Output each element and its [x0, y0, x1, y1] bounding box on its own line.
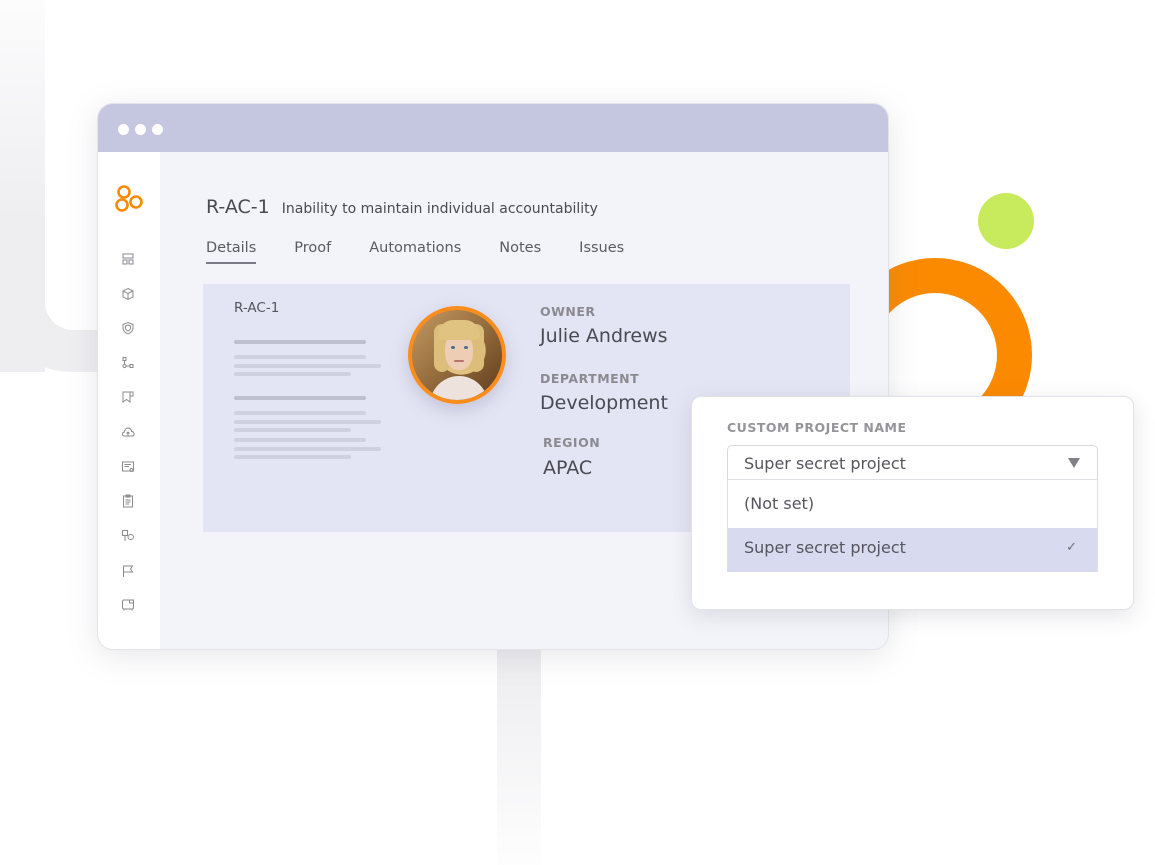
- department-value: Development: [540, 392, 668, 414]
- device-icon[interactable]: [121, 598, 135, 612]
- tab-bar: Details Proof Automations Notes Issues: [206, 240, 662, 264]
- placeholder-heading-line: [234, 396, 366, 400]
- dropdown-options: (Not set) Super secret project ✓: [727, 479, 1098, 572]
- sidebar: [98, 152, 160, 649]
- caret-down-icon[interactable]: [1068, 458, 1080, 468]
- option-not-set[interactable]: (Not set): [728, 480, 1097, 528]
- tab-notes[interactable]: Notes: [499, 240, 541, 260]
- decorative-green-circle: [978, 193, 1034, 249]
- owner-label: OWNER: [540, 304, 596, 319]
- logo-icon[interactable]: [108, 178, 148, 214]
- checkmark-icon: ✓: [1066, 540, 1077, 555]
- background-band-bottom: [497, 640, 541, 865]
- placeholder-text-line: [234, 420, 381, 424]
- placeholder-text-line: [234, 428, 351, 432]
- owner-value: Julie Andrews: [540, 325, 668, 347]
- owner-avatar: [408, 306, 506, 404]
- option-label: (Not set): [744, 494, 815, 513]
- custom-project-label: CUSTOM PROJECT NAME: [727, 420, 907, 435]
- select-current-value: Super secret project: [744, 454, 906, 473]
- option-label: Super secret project: [744, 538, 906, 557]
- placeholder-text-line: [234, 364, 381, 368]
- placeholder-text-line: [234, 455, 351, 459]
- custom-project-select[interactable]: Super secret project: [727, 445, 1098, 479]
- window-titlebar: [98, 104, 888, 152]
- bookmark-flag-icon[interactable]: [121, 390, 135, 404]
- cube-icon[interactable]: [121, 287, 135, 301]
- department-label: DEPARTMENT: [540, 371, 640, 386]
- option-super-secret-project[interactable]: Super secret project ✓: [728, 528, 1097, 572]
- page-header: R-AC-1 Inability to maintain individual …: [206, 196, 598, 218]
- flag-icon[interactable]: [121, 564, 135, 578]
- tab-automations[interactable]: Automations: [369, 240, 461, 260]
- panel-risk-id: R-AC-1: [234, 300, 280, 316]
- window-dot-icon[interactable]: [152, 124, 163, 135]
- placeholder-text-line: [234, 372, 351, 376]
- certificate-icon[interactable]: [121, 460, 135, 474]
- page-title: Inability to maintain individual account…: [281, 201, 598, 217]
- region-label: REGION: [543, 435, 601, 450]
- dashboard-icon[interactable]: [121, 252, 135, 266]
- cloud-upload-icon[interactable]: [121, 425, 135, 439]
- people-icon[interactable]: [121, 529, 135, 543]
- shield-icon[interactable]: [121, 321, 135, 335]
- custom-project-popover: CUSTOM PROJECT NAME Super secret project…: [691, 396, 1134, 610]
- placeholder-text-line: [234, 438, 366, 442]
- placeholder-text-line: [234, 355, 366, 359]
- tab-proof[interactable]: Proof: [294, 240, 331, 260]
- tab-details[interactable]: Details: [206, 240, 257, 264]
- window-controls: [118, 124, 163, 135]
- window-dot-icon[interactable]: [135, 124, 146, 135]
- window-dot-icon[interactable]: [118, 124, 129, 135]
- clipboard-icon[interactable]: [121, 494, 135, 508]
- workflow-icon[interactable]: [121, 356, 135, 370]
- placeholder-text-line: [234, 447, 381, 451]
- tab-issues[interactable]: Issues: [579, 240, 624, 260]
- region-value: APAC: [543, 457, 593, 479]
- placeholder-text-line: [234, 411, 366, 415]
- risk-id: R-AC-1: [206, 196, 270, 218]
- placeholder-heading-line: [234, 340, 366, 344]
